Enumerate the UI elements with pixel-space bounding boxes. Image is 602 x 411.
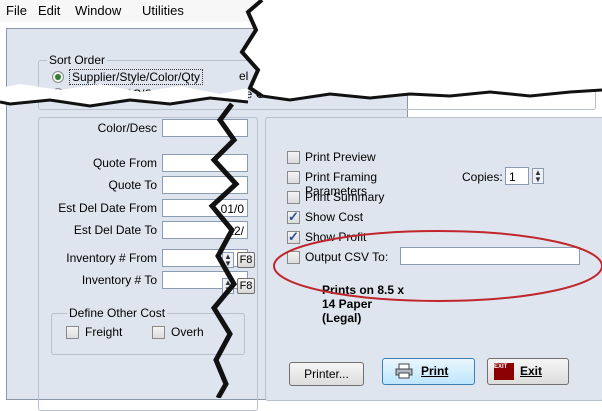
highlight-ellipse-annotation [273,230,602,302]
